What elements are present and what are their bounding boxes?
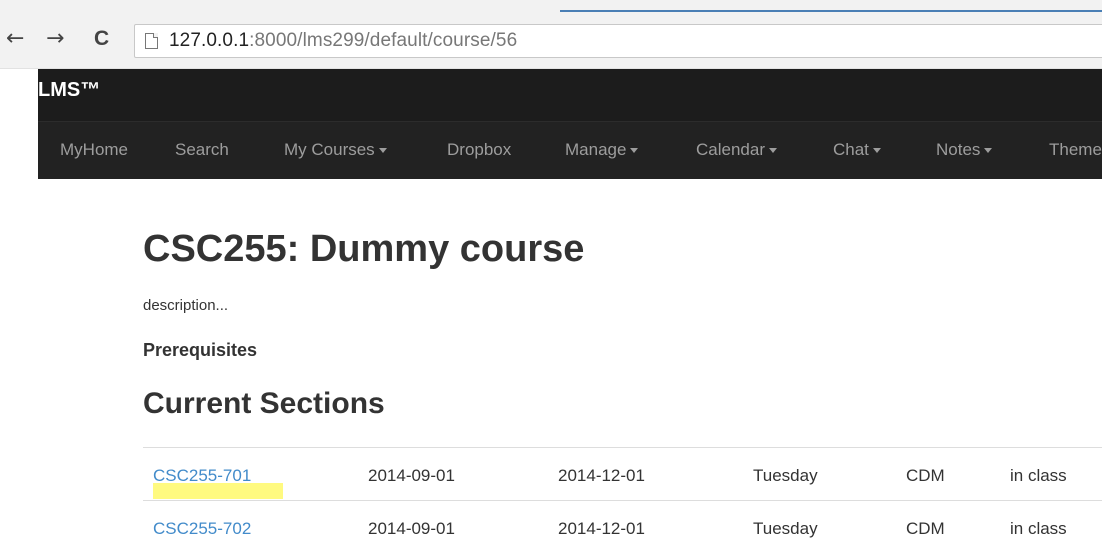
table-row: CSC255-701 2014-09-01 2014-12-01 Tuesday… (143, 447, 1102, 500)
sections-heading: Current Sections (143, 387, 385, 420)
nav-item-search[interactable]: Search (175, 140, 229, 160)
nav-item-manage[interactable]: Manage (565, 140, 639, 160)
section-location: CDM (906, 466, 945, 485)
caret-down-icon (769, 148, 777, 154)
nav-item-label: Theme (1049, 140, 1102, 159)
back-icon[interactable]: ← (6, 28, 24, 50)
url-path: :8000/lms299/default/course/56 (249, 30, 518, 51)
reload-icon[interactable]: C (94, 28, 109, 50)
section-start-date: 2014-09-01 (368, 466, 455, 485)
nav-item-calendar[interactable]: Calendar (696, 140, 777, 160)
nav-item-label: My Courses (284, 140, 375, 159)
page-icon (145, 33, 158, 49)
course-description: description... (143, 297, 229, 314)
prerequisites-heading: Prerequisites (143, 340, 258, 360)
url-text[interactable]: 127.0.0.1:8000/lms299/default/course/56 (169, 30, 517, 52)
page-title: CSC255: Dummy course (143, 228, 585, 270)
brand-logo[interactable]: LMS™ (38, 79, 100, 102)
url-bar[interactable]: 127.0.0.1:8000/lms299/default/course/56 (134, 24, 1102, 58)
nav-item-chat[interactable]: Chat (833, 140, 881, 160)
site-navbar: LMS™ MyHome Search My Courses Dropbox Ma… (38, 69, 1102, 179)
nav-item-label: Chat (833, 140, 869, 159)
nav-item-my-courses[interactable]: My Courses (284, 140, 387, 160)
section-location: CDM (906, 519, 945, 538)
nav-item-label: Calendar (696, 140, 765, 159)
nav-menu: MyHome Search My Courses Dropbox Manage … (38, 122, 1102, 179)
nav-item-label: Search (175, 140, 229, 159)
nav-item-label: Manage (565, 140, 627, 159)
section-day: Tuesday (753, 519, 818, 538)
nav-item-label: Notes (936, 140, 981, 159)
nav-item-notes[interactable]: Notes (936, 140, 993, 160)
section-end-date: 2014-12-01 (558, 519, 645, 538)
nav-item-theme[interactable]: Theme (1049, 140, 1102, 160)
caret-down-icon (630, 148, 639, 154)
caret-down-icon (872, 148, 881, 154)
section-link[interactable]: CSC255-701 (153, 466, 251, 486)
caret-down-icon (378, 148, 387, 154)
nav-item-dropbox[interactable]: Dropbox (447, 140, 511, 160)
table-row: CSC255-702 2014-09-01 2014-12-01 Tuesday… (143, 500, 1102, 553)
browser-toolbar: ← → C 127.0.0.1:8000/lms299/default/cour… (0, 12, 1102, 69)
section-link[interactable]: CSC255-702 (153, 519, 251, 539)
section-day: Tuesday (753, 466, 818, 485)
section-end-date: 2014-12-01 (558, 466, 645, 485)
forward-icon[interactable]: → (46, 28, 64, 50)
section-mode: in class (1010, 519, 1067, 538)
nav-item-label: Dropbox (447, 140, 512, 159)
nav-item-label: MyHome (60, 140, 129, 159)
section-start-date: 2014-09-01 (368, 519, 455, 538)
url-host: 127.0.0.1 (169, 30, 250, 51)
caret-down-icon (984, 148, 993, 154)
nav-item-myhome[interactable]: MyHome (60, 140, 128, 160)
sections-table: CSC255-701 2014-09-01 2014-12-01 Tuesday… (143, 447, 1102, 553)
section-mode: in class (1010, 466, 1067, 485)
